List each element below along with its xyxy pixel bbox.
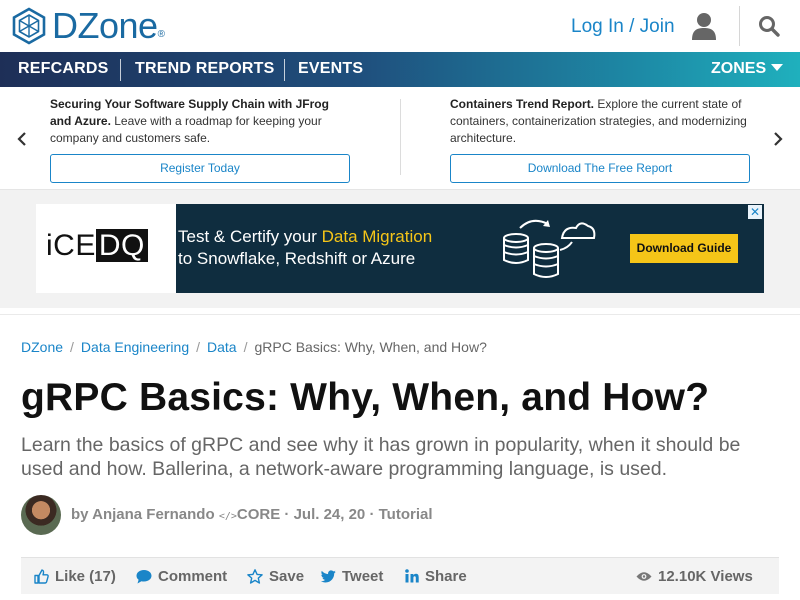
breadcrumb-data[interactable]: Data — [207, 339, 237, 355]
views-count: 12.10K Views — [636, 558, 753, 595]
author-avatar[interactable] — [21, 495, 61, 535]
tweet-label: Tweet — [342, 568, 384, 585]
breadcrumb-separator: / — [243, 339, 248, 355]
article-date: Jul. 24, 20 — [293, 506, 366, 523]
article-action-bar: Like (17) Comment Save Tweet Share 12.10… — [21, 557, 779, 594]
login-join-link[interactable]: Log In / Join — [571, 16, 675, 38]
breadcrumb-dzone[interactable]: DZone — [21, 339, 63, 355]
breadcrumb-separator: / — [196, 339, 200, 355]
search-icon[interactable] — [758, 15, 780, 37]
nav-refcards[interactable]: REFCARDS — [18, 52, 109, 87]
breadcrumb: DZone / Data Engineering / Data / gRPC Basics:… — [21, 339, 487, 355]
ad-logo-panel: iCE DQ — [36, 204, 176, 293]
article-type[interactable]: Tutorial — [379, 506, 433, 523]
star-icon — [247, 568, 263, 584]
icedq-logo: iCE DQ — [46, 229, 148, 263]
linkedin-icon — [405, 569, 419, 583]
header-divider — [739, 6, 740, 46]
chevron-left-icon[interactable] — [16, 131, 28, 147]
core-badge: CORE — [236, 506, 281, 523]
main-nav: REFCARDS TREND REPORTS EVENTS ZONES — [0, 52, 800, 87]
breadcrumb-data-engineering[interactable]: Data Engineering — [81, 339, 189, 355]
dzone-hexagon-icon — [12, 7, 46, 45]
like-button[interactable]: Like (17) — [34, 558, 116, 595]
eye-icon — [636, 571, 652, 581]
icedq-banner-ad[interactable]: iCE DQ Test & Certify your Data Migration… — [36, 204, 764, 293]
promo-card-jfrog: Securing Your Software Supply Chain with… — [50, 96, 350, 147]
download-report-button[interactable]: Download The Free Report — [450, 154, 750, 183]
save-label: Save — [269, 568, 305, 585]
download-guide-button[interactable]: Download Guide — [630, 234, 738, 263]
breadcrumb-separator: / — [70, 339, 74, 355]
nav-trend-reports[interactable]: TREND REPORTS — [135, 52, 275, 87]
core-code-icon: </> — [218, 511, 237, 522]
register-today-button[interactable]: Register Today — [50, 154, 350, 183]
nav-events[interactable]: EVENTS — [298, 52, 363, 87]
article-subtitle: Learn the basics of gRPC and see why it … — [21, 434, 741, 480]
chevron-down-icon — [771, 64, 784, 71]
breadcrumb-current: gRPC Basics: Why, When, and How? — [254, 339, 487, 355]
comment-label: Comment — [158, 568, 228, 585]
promo-carousel: Securing Your Software Supply Chain with… — [0, 87, 800, 190]
ad-headline: Test & Certify your Data Migration to Sn… — [178, 226, 432, 270]
promo-title: Containers Trend Report. — [450, 97, 595, 111]
logo-wordmark: DZone — [52, 5, 158, 46]
promo-divider — [400, 99, 401, 175]
article-title: gRPC Basics: Why, When, and How? — [21, 376, 710, 419]
zones-label: ZONES — [711, 60, 767, 77]
nav-separator — [120, 59, 121, 81]
top-header: DZone ® Log In / Join — [0, 0, 800, 52]
author-link[interactable]: Anjana Fernando — [92, 506, 215, 523]
nav-separator — [284, 59, 285, 81]
views-label: 12.10K Views — [658, 568, 753, 585]
ad-container: iCE DQ Test & Certify your Data Migration… — [0, 190, 800, 308]
ad-close-icon[interactable]: ✕ — [748, 205, 762, 219]
comment-bubble-icon — [136, 569, 152, 584]
byline-separator: · — [280, 506, 294, 523]
user-icon[interactable] — [691, 12, 717, 40]
ad-line-1: Test & Certify your Data Migration — [178, 227, 433, 246]
tweet-button[interactable]: Tweet — [321, 558, 383, 595]
like-label: Like (17) — [55, 568, 116, 585]
comment-button[interactable]: Comment — [136, 558, 227, 595]
share-button[interactable]: Share — [405, 558, 467, 595]
twitter-bird-icon — [321, 569, 336, 583]
byline-separator: · — [365, 506, 379, 523]
dzone-logo[interactable]: DZone ® — [10, 7, 165, 45]
article-top-border — [0, 314, 800, 315]
save-button[interactable]: Save — [247, 558, 304, 595]
ad-line-2: to Snowflake, Redshift or Azure — [178, 249, 416, 268]
database-cloud-icon — [503, 219, 596, 278]
logo-registered-mark: ® — [157, 28, 165, 40]
chevron-right-icon[interactable] — [772, 131, 784, 147]
promo-card-containers: Containers Trend Report. Explore the cur… — [450, 96, 750, 147]
article-byline: by Anjana Fernando </>CORE · Jul. 24, 20… — [71, 506, 433, 523]
zones-dropdown[interactable]: ZONES — [711, 52, 784, 87]
byline-prefix: by — [71, 506, 93, 523]
thumbs-up-icon — [34, 568, 49, 584]
share-label: Share — [425, 568, 467, 585]
